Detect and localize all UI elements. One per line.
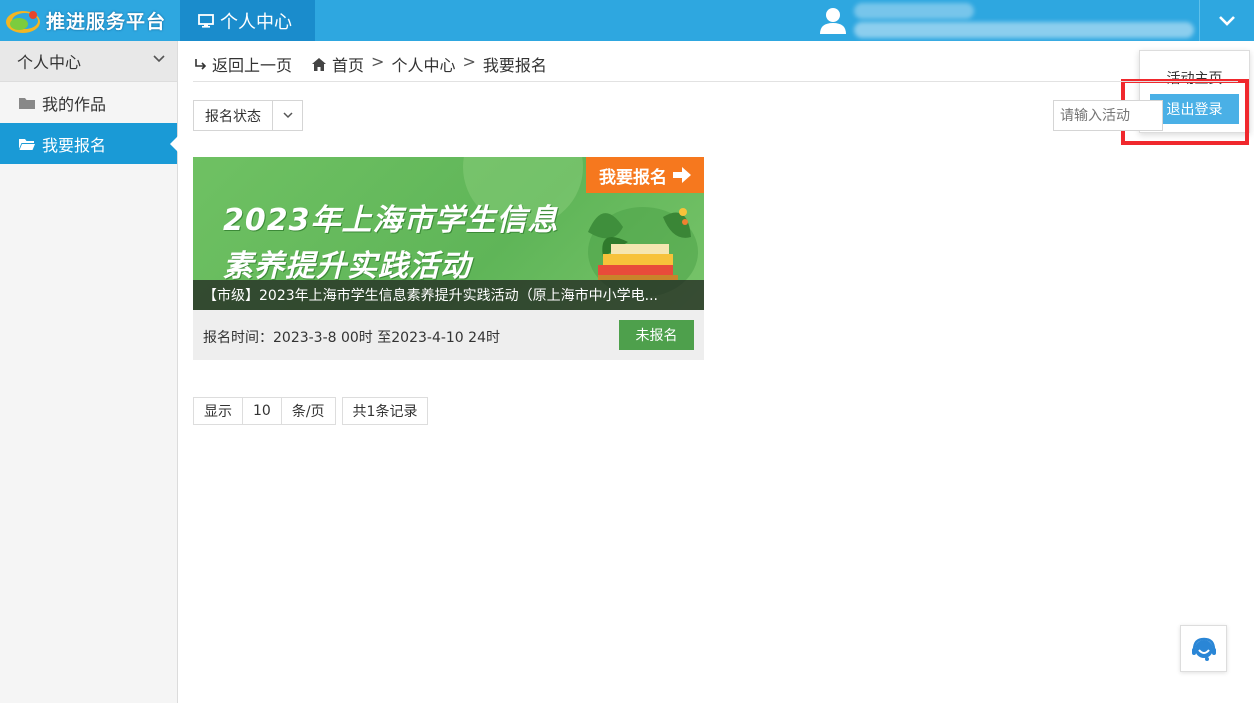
arrow-right-icon — [673, 167, 691, 183]
breadcrumb-separator: > — [371, 52, 385, 71]
signup-time: 报名时间：2023-3-8 00时 至2023-4-10 24时 — [203, 330, 500, 346]
sidebar-item-my-works[interactable]: 我的作品 — [0, 82, 177, 123]
chevron-down-icon — [153, 55, 165, 63]
headset-icon — [1191, 637, 1216, 661]
signup-status-label: 报名状态 — [194, 101, 273, 130]
activity-search-input[interactable] — [1053, 100, 1163, 131]
user-info[interactable] — [818, 0, 1198, 41]
back-link[interactable]: 返回上一页 — [193, 52, 292, 76]
brand-title: 推进服务平台 — [46, 11, 167, 33]
breadcrumb-current: 我要报名 — [482, 56, 547, 75]
breadcrumb-separator: > — [462, 52, 476, 71]
return-arrow-icon — [195, 59, 207, 70]
activity-title[interactable]: 【市级】2023年上海市学生信息素养提升实践活动（原上海市中小学电... — [193, 280, 704, 310]
back-link-label: 返回上一页 — [212, 56, 293, 75]
customer-service-button[interactable] — [1180, 625, 1227, 672]
breadcrumb-home[interactable]: 首页 — [312, 52, 364, 76]
banner-signup-tag[interactable]: 我要报名 — [586, 157, 704, 193]
select-arrow[interactable] — [273, 101, 302, 130]
activity-card[interactable]: 2023年上海市学生信息 素养提升实践活动 我要报名 【市级】2023年上海市学… — [193, 157, 704, 360]
pager-show-label: 显示 — [193, 397, 243, 425]
page-size-select[interactable]: 10 — [243, 397, 282, 425]
user-name-redacted — [854, 3, 974, 19]
sidebar-section-label: 个人中心 — [17, 53, 82, 72]
home-icon — [312, 57, 327, 71]
banner-title-line2: 素养提升实践活动 — [223, 249, 471, 284]
pager-unit-label: 条/页 — [281, 397, 336, 425]
tab-label: 个人中心 — [220, 11, 292, 33]
banner-title-line1: 2023年上海市学生信息 — [223, 203, 559, 238]
chevron-down-icon — [282, 112, 293, 119]
banner-tag-label: 我要报名 — [599, 167, 667, 188]
chevron-down-icon — [1219, 15, 1235, 26]
monitor-icon — [198, 13, 214, 28]
sidebar-item-signup[interactable]: 我要报名 — [0, 123, 178, 164]
breadcrumb: 返回上一页 首页 > 个人中心 > 我要报名 — [193, 52, 1238, 82]
brand-logo-icon — [6, 10, 40, 33]
activity-banner[interactable]: 2023年上海市学生信息 素养提升实践活动 我要报名 【市级】2023年上海市学… — [193, 157, 704, 310]
signup-status-button[interactable]: 未报名 — [619, 320, 694, 350]
user-avatar-icon — [820, 8, 846, 34]
pager-total-records: 共1条记录 — [341, 397, 429, 425]
sidebar-section-personal-center[interactable]: 个人中心 — [0, 41, 177, 82]
pagination: 显示 10 条/页 共1条记录 — [193, 397, 429, 425]
breadcrumb-personal-center[interactable]: 个人中心 — [391, 52, 455, 76]
breadcrumb-home-label: 首页 — [332, 56, 365, 75]
signup-status-select[interactable]: 报名状态 — [193, 100, 303, 131]
folder-open-icon — [19, 138, 35, 150]
user-org-redacted — [854, 22, 1194, 38]
brand[interactable]: 推进服务平台 — [0, 0, 178, 41]
folder-icon — [19, 97, 35, 109]
user-menu-toggle[interactable] — [1199, 0, 1254, 41]
sidebar-item-label: 我的作品 — [42, 94, 107, 114]
sidebar: 个人中心 我的作品 我要报名 — [0, 41, 178, 703]
tab-personal-center[interactable]: 个人中心 — [180, 0, 315, 41]
sidebar-item-label: 我要报名 — [42, 135, 107, 155]
